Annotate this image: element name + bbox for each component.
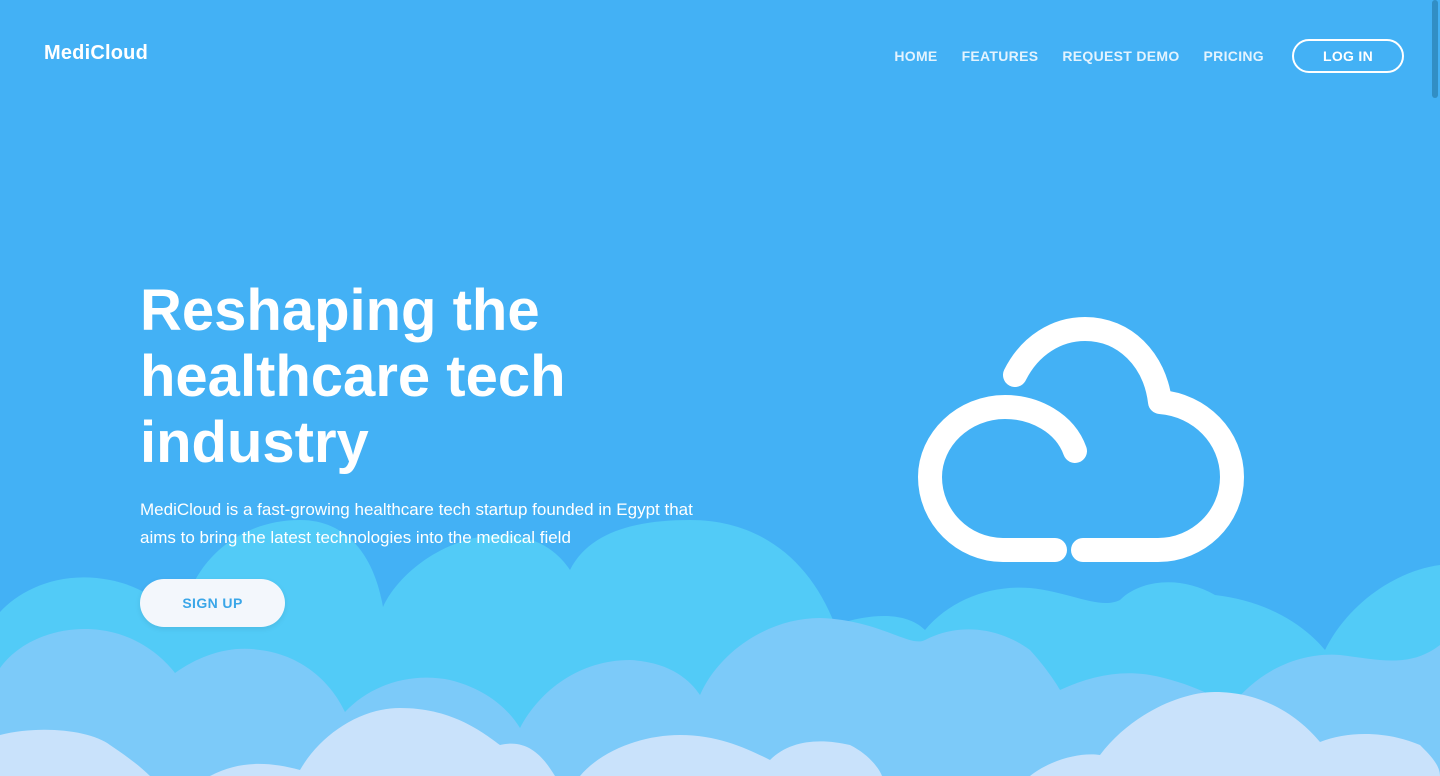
brand-logo[interactable]: MediCloud — [44, 42, 148, 65]
hero-title: Reshaping the healthcare tech industry — [140, 278, 566, 475]
cloud-icon — [918, 317, 1244, 562]
nav-link-features[interactable]: FEATURES — [962, 48, 1039, 64]
scrollbar-thumb[interactable] — [1432, 0, 1438, 98]
landing-page: MediCloud HOME FEATURES REQUEST DEMO PRI… — [0, 0, 1440, 776]
hero-section: Reshaping the healthcare tech industry M… — [140, 278, 740, 552]
nav-link-request-demo[interactable]: REQUEST DEMO — [1062, 48, 1179, 64]
page-scrollbar[interactable] — [1430, 0, 1438, 776]
nav-link-home[interactable]: HOME — [894, 48, 937, 64]
nav-links: HOME FEATURES REQUEST DEMO PRICING LOG I… — [870, 39, 1404, 73]
nav-link-pricing[interactable]: PRICING — [1204, 48, 1264, 64]
navbar: MediCloud HOME FEATURES REQUEST DEMO PRI… — [0, 0, 1440, 110]
login-button[interactable]: LOG IN — [1292, 39, 1404, 73]
signup-button[interactable]: SIGN UP — [140, 579, 285, 627]
hero-description: MediCloud is a fast-growing healthcare t… — [140, 500, 693, 547]
